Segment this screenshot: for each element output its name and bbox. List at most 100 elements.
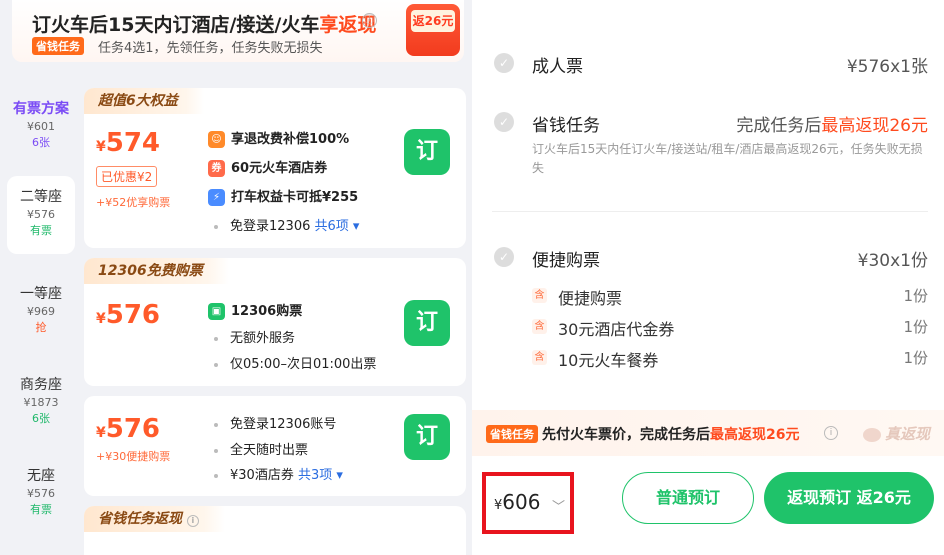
package-icon: 含: [532, 288, 547, 303]
real-cashback-text: 真返现: [884, 425, 930, 443]
adult-ticket-value: ¥576x1张: [846, 57, 928, 77]
banner-text: 先付火车票价，完成任务后最高返现26元: [542, 424, 799, 444]
info-icon[interactable]: i: [824, 426, 838, 440]
train-icon: ▣: [208, 303, 225, 320]
task-value: 完成任务后最高返现26元: [736, 111, 928, 136]
divider: [492, 211, 928, 212]
sub-item-row: 含 便捷购票 1份: [532, 284, 928, 308]
plan-note: +¥30便捷购票: [96, 450, 171, 463]
promo-banner[interactable]: 订火车后15天内订酒店/接送/火车享返现 ⓘ 省钱任务 任务4选1，先领任务，任…: [12, 0, 464, 62]
package-icon: 含: [532, 350, 547, 365]
feature-text: 60元火车酒店券: [231, 161, 328, 176]
discount-tag: 已优惠¥2: [96, 166, 158, 187]
seat-status: 有票: [30, 224, 52, 237]
cashback-banner: 省钱任务 先付火车票价，完成任务后最高返现26元 i 真返现: [472, 410, 944, 456]
promo-title: 订火车后15天内订酒店/接送/火车享返现: [32, 10, 376, 37]
plan-price-value: 576: [105, 300, 161, 330]
seat-option-plan[interactable]: 有票方案 ¥601 6张: [7, 88, 75, 166]
task-text: 任务4选1，先领任务，任务失败无损失: [98, 41, 323, 56]
sub-item-name: 便捷购票: [558, 289, 623, 308]
seat-option-first-class[interactable]: 一等座 ¥969 抢: [7, 273, 75, 351]
total-price-value: 606: [502, 490, 541, 514]
total-price-box[interactable]: ¥606 ﹀: [482, 472, 574, 534]
normal-booking-button[interactable]: 普通预订: [622, 472, 754, 524]
seat-status: 6张: [32, 136, 50, 149]
promo-title-prefix: 订火车后15天内订酒店/接送/火车: [32, 14, 320, 36]
plan-card-12306[interactable]: 12306免费购票 ¥576 ▣ 12306购票 无额外服务 仅05:00–次日0…: [84, 258, 466, 386]
task-badge: 省钱任务: [486, 425, 538, 443]
plan-price-value: 574: [105, 128, 161, 158]
task-description: 订火车后15天内任订火车/接送站/租车/酒店最高返现26元，任务失败无损失: [532, 142, 923, 175]
bullet-icon: [214, 362, 218, 367]
feature-text: ¥30酒店券: [230, 468, 294, 483]
feature-item: 无额外服务: [208, 327, 295, 346]
feature-item: ☺ 享退改费补偿100%: [208, 128, 349, 148]
more-link[interactable]: 共3项 ▾: [298, 468, 343, 483]
task-label: 省钱任务: [532, 116, 600, 136]
sub-item-row: 含 10元火车餐券 1份: [532, 346, 928, 370]
price-detail-panel: ✓ 成人票 ¥576x1张 ✓ 省钱任务 完成任务后最高返现26元 订火车后15…: [472, 0, 944, 555]
seat-name: 有票方案: [13, 101, 69, 117]
order-button[interactable]: 订: [404, 129, 450, 175]
package-icon: 含: [532, 319, 547, 334]
check-icon: ✓: [494, 53, 514, 73]
feature-item: ⚡ 打车权益卡可抵¥255: [208, 186, 358, 206]
more-link[interactable]: 共6项 ▾: [315, 219, 360, 234]
seat-option-second-class[interactable]: 二等座 ¥576 有票: [7, 176, 75, 254]
plan-note: +¥52优享购票: [96, 196, 171, 209]
card-title: 12306免费购票: [84, 258, 229, 284]
seat-status: 6张: [32, 412, 50, 425]
seat-price: ¥601: [27, 120, 55, 133]
feature-item: ▣ 12306购票: [208, 300, 302, 320]
coupon-label: 返26元: [411, 10, 455, 32]
banner-text-prefix: 先付火车票价，完成任务后: [542, 427, 710, 443]
feature-text: 免登录12306: [230, 219, 311, 234]
sub-item-qty: 1份: [903, 287, 928, 305]
order-button[interactable]: 订: [404, 414, 450, 460]
cashback-booking-button[interactable]: 返现预订 返26元: [764, 472, 934, 524]
adult-ticket-label: 成人票: [532, 57, 583, 77]
seat-option-no-seat[interactable]: 无座 ¥576 有票: [7, 455, 75, 533]
refund-icon: ☺: [208, 131, 225, 148]
total-price: ¥606: [494, 490, 540, 514]
seat-price: ¥969: [27, 305, 55, 318]
feature-text: 无额外服务: [230, 331, 296, 346]
card-title-text: 省钱任务返现: [98, 511, 182, 527]
bottom-bar: ¥606 ﹀ 普通预订 返现预订 返26元: [472, 460, 944, 555]
plan-price: ¥576: [96, 414, 161, 444]
chevron-down-icon[interactable]: ﹀: [552, 496, 565, 515]
plan-card-benefits[interactable]: 超值6大权益 ¥574 已优惠¥2 +¥52优享购票 ☺ 享退改费补偿100% 券…: [84, 88, 466, 248]
plan-card-fast[interactable]: ¥576 +¥30便捷购票 免登录12306账号 全天随时出票 ¥30酒店券 共…: [84, 396, 466, 496]
order-button[interactable]: 订: [404, 300, 450, 346]
feature-text: 享退改费补偿100%: [231, 132, 350, 147]
feature-item: 免登录12306账号: [208, 413, 336, 432]
seat-price: ¥576: [27, 208, 55, 221]
seat-name: 一等座: [20, 286, 62, 302]
bullet-icon: [214, 448, 218, 453]
bullet-icon: [214, 224, 218, 229]
bullet-icon: [214, 422, 218, 427]
feature-text: 打车权益卡可抵¥255: [231, 190, 359, 205]
feature-text: 12306购票: [231, 304, 303, 319]
seat-name: 无座: [27, 468, 55, 484]
plan-price-value: 576: [105, 414, 161, 444]
coupon-icon: 券: [208, 160, 225, 177]
chat-bubble-icon: [862, 427, 881, 442]
fast-ticket-value: ¥30x1份: [857, 251, 928, 271]
seat-status: 抢: [35, 321, 47, 334]
plan-price: ¥574: [96, 128, 161, 158]
bullet-icon: [214, 336, 218, 341]
feature-text: 全天随时出票: [230, 443, 309, 458]
seat-name: 商务座: [20, 377, 62, 393]
info-icon[interactable]: i: [186, 515, 199, 527]
task-value-prefix: 完成任务后: [736, 116, 822, 136]
feature-text: 仅05:00–次日01:00出票: [230, 357, 377, 372]
feature-text: 免登录12306账号: [230, 417, 337, 432]
task-value-highlight: 最高返现26元: [821, 116, 928, 136]
seat-option-business[interactable]: 商务座 ¥1873 6张: [7, 364, 75, 442]
plan-card-task[interactable]: 省钱任务返现 i: [84, 506, 466, 555]
lightning-icon: ⚡: [208, 189, 225, 206]
feature-item: ¥30酒店券 共3项 ▾: [208, 464, 343, 483]
feature-item: 全天随时出票: [208, 439, 308, 458]
info-icon[interactable]: ⓘ: [362, 13, 377, 28]
